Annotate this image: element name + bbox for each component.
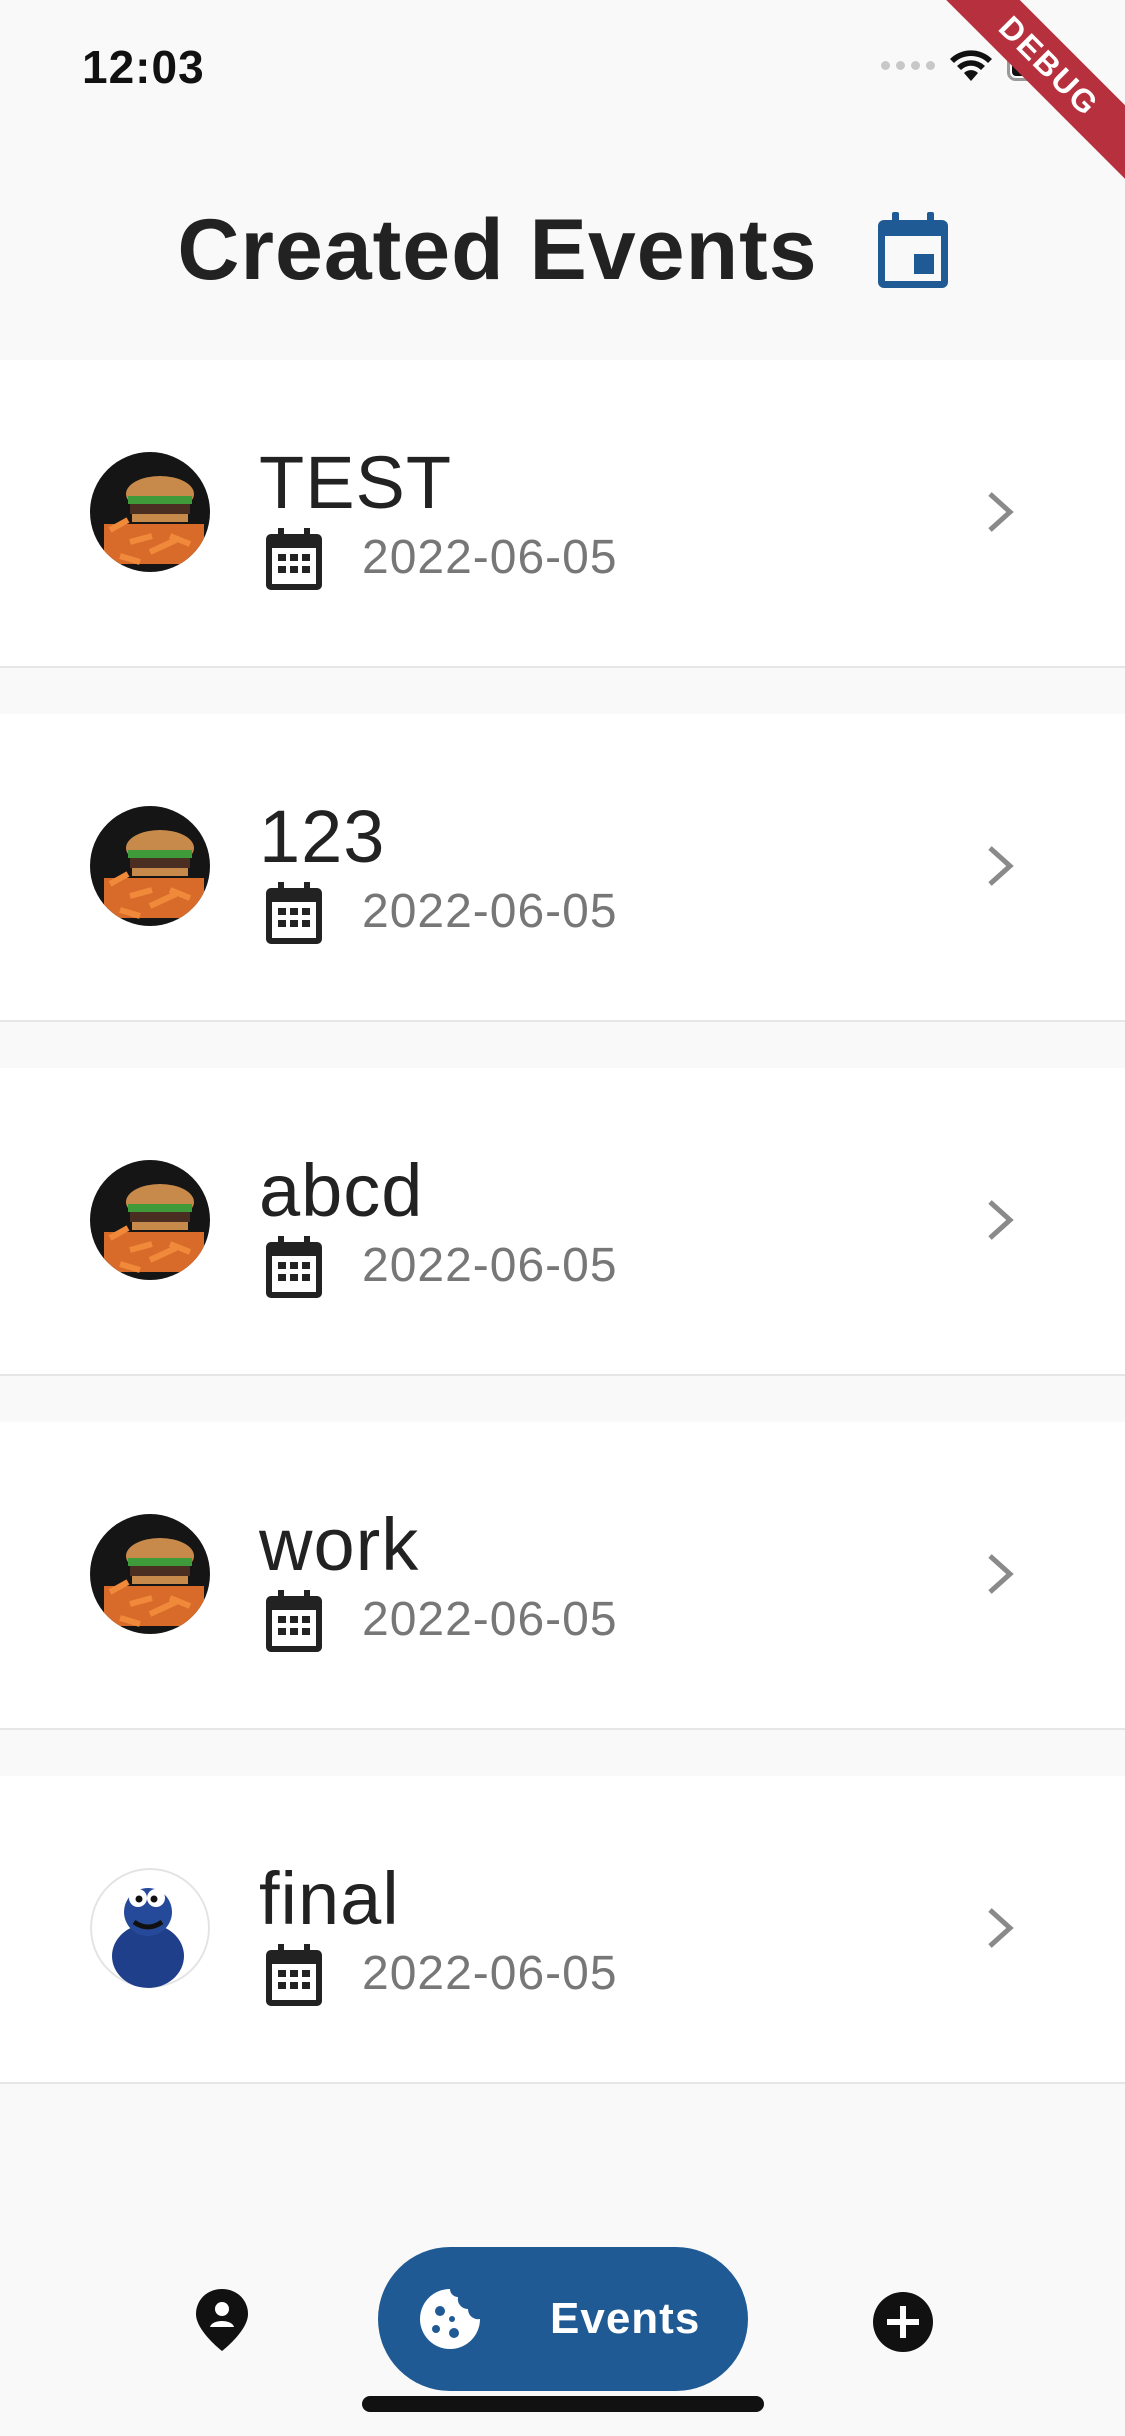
home-indicator[interactable] xyxy=(362,2396,764,2412)
event-image-burger xyxy=(90,1514,210,1634)
header: Created Events xyxy=(0,180,1125,320)
event-date: 2022-06-05 xyxy=(362,885,618,938)
divider xyxy=(0,1020,1125,1068)
event-date: 2022-06-05 xyxy=(362,1947,618,2000)
nav-events-button[interactable]: Events xyxy=(378,2247,748,2391)
chevron-right-icon xyxy=(988,846,1014,886)
event-title: abcd xyxy=(259,1149,424,1232)
event-image-burger xyxy=(90,452,210,572)
event-date: 2022-06-05 xyxy=(362,1239,618,1292)
event-title: 123 xyxy=(259,795,386,878)
page-title: Created Events xyxy=(177,201,818,298)
event-image-cookie-monster xyxy=(90,1868,210,1988)
bottom-nav: Events xyxy=(0,2245,1125,2395)
calendar-icon xyxy=(266,882,322,944)
add-circle-icon[interactable] xyxy=(872,2291,934,2353)
event-date: 2022-06-05 xyxy=(362,1593,618,1646)
event-card[interactable]: TEST 2022-06-05 xyxy=(0,360,1125,666)
event-title: final xyxy=(259,1857,400,1940)
event-card[interactable]: abcd 2022-06-05 xyxy=(0,1068,1125,1374)
chevron-right-icon xyxy=(988,1908,1014,1948)
event-title: TEST xyxy=(259,441,453,524)
chevron-right-icon xyxy=(988,1554,1014,1594)
status-time: 12:03 xyxy=(82,41,205,93)
event-image-burger xyxy=(90,806,210,926)
divider xyxy=(0,1728,1125,1776)
event-card[interactable]: work 2022-06-05 xyxy=(0,1422,1125,1728)
debug-banner: DEBUG xyxy=(924,0,1125,191)
cookie-icon xyxy=(420,2289,480,2349)
event-date: 2022-06-05 xyxy=(362,531,618,584)
calendar-icon xyxy=(266,1944,322,2006)
calendar-icon xyxy=(266,1590,322,1652)
event-list: TEST 2022-06-05 123 2022-06-05 abcd 2022… xyxy=(0,360,1125,2130)
divider xyxy=(0,666,1125,714)
calendar-icon xyxy=(266,528,322,590)
chevron-right-icon xyxy=(988,492,1014,532)
location-person-icon[interactable] xyxy=(193,2287,251,2353)
event-image-burger xyxy=(90,1160,210,1280)
event-title: work xyxy=(259,1503,420,1586)
wifi-icon xyxy=(950,50,992,81)
event-card[interactable]: 123 2022-06-05 xyxy=(0,714,1125,1020)
cellular-signal-icon xyxy=(881,60,935,70)
event-card[interactable]: final 2022-06-05 xyxy=(0,1776,1125,2082)
divider xyxy=(0,2082,1125,2130)
calendar-icon[interactable] xyxy=(877,212,948,288)
divider xyxy=(0,1374,1125,1422)
calendar-icon xyxy=(266,1236,322,1298)
chevron-right-icon xyxy=(988,1200,1014,1240)
nav-events-label: Events xyxy=(550,2294,701,2343)
